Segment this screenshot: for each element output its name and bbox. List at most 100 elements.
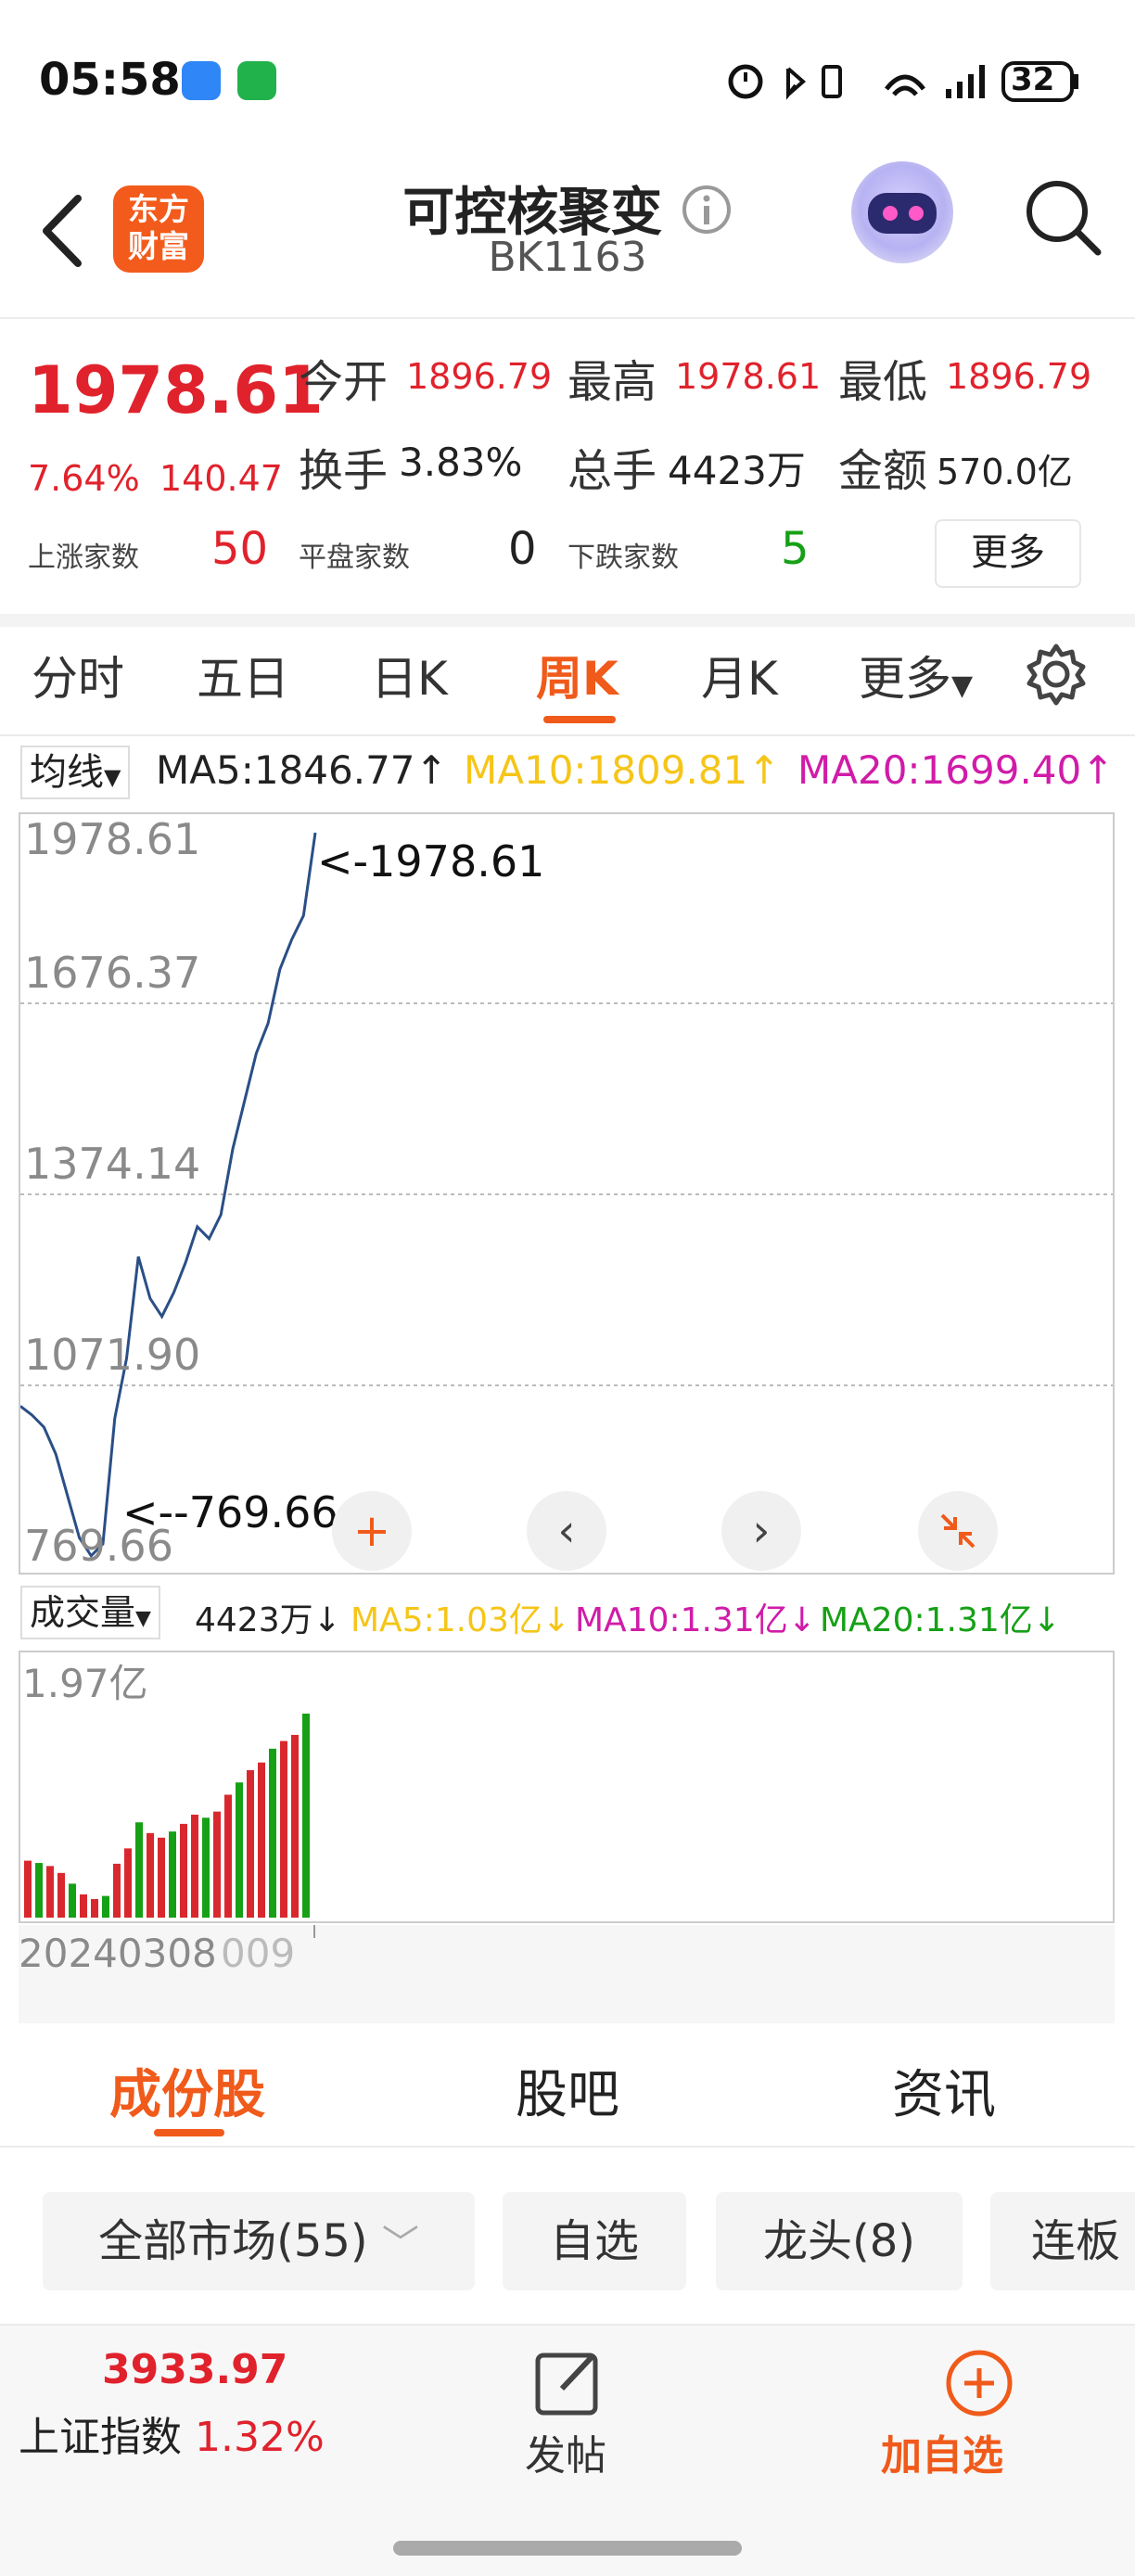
period-tabs: 分时 五日 日K 周K 月K 更多▼	[0, 614, 1135, 736]
filter-all-market[interactable]: 全部市场(55) ﹀	[43, 2192, 475, 2290]
change-percent: 7.64%	[28, 458, 140, 499]
plus-icon: +	[352, 1505, 391, 1557]
open-value: 1896.79	[406, 356, 553, 397]
header: 东方 财富 可控核聚变 BK1163	[0, 158, 1135, 319]
battery-level: 32	[1011, 61, 1055, 98]
volume-value: 4423万	[668, 448, 806, 493]
ma5-label: MA5:1846.77↑	[156, 747, 448, 793]
tab-more[interactable]: 更多▼	[859, 642, 973, 708]
plus-circle-icon	[946, 2350, 1013, 2417]
turnover-label: 换手	[299, 445, 389, 497]
flat-count: 0	[508, 523, 537, 575]
min-price-marker: <--769.66	[122, 1487, 338, 1537]
end-date: 009	[221, 1931, 296, 1976]
volume-y-label: 1.97亿	[22, 1661, 148, 1706]
add-watchlist-label[interactable]: 加自选	[881, 2422, 1003, 2481]
post-button[interactable]	[525, 2346, 610, 2424]
up-count-label: 上涨家数	[28, 542, 139, 574]
open-label: 今开	[299, 356, 389, 408]
index-value: 3933.97	[102, 2346, 288, 2393]
bottom-bar: 3933.97 上证指数 1.32% 发帖 加自选	[0, 2324, 1135, 2576]
chevron-left-icon: ‹	[557, 1505, 576, 1557]
volume-bar	[24, 1860, 32, 1918]
volume-value: 4423万↓	[195, 1601, 341, 1639]
filter-bar: 全部市场(55) ﹀ 自选 龙头(8) 连板	[0, 2148, 1135, 2324]
volume-value-text: 4423万	[195, 1601, 313, 1639]
volume-bars-plot	[24, 1714, 310, 1918]
volume-bar	[80, 1894, 87, 1918]
volume-bar	[57, 1872, 65, 1918]
tab-daily-k[interactable]: 日K	[371, 642, 448, 708]
filter-watchlist[interactable]: 自选	[503, 2192, 686, 2290]
volume-bar	[169, 1831, 176, 1918]
message-notification-icon	[182, 61, 221, 100]
ma10-label: MA10:1809.81↑	[464, 747, 781, 793]
tab-intraday[interactable]: 分时	[32, 642, 124, 708]
more-button[interactable]: 更多	[935, 519, 1081, 588]
price-chart[interactable]: 1978.61 1676.37 1374.14 1071.90 769.66 <…	[19, 812, 1115, 1575]
pan-right-button[interactable]: ›	[721, 1491, 801, 1571]
caret-down-icon: ▼	[951, 670, 974, 702]
tab-more-label: 更多	[859, 652, 951, 706]
content-tabs: 成份股 股吧 资讯	[0, 2025, 1135, 2148]
ma5-value: MA5:1846.77	[156, 747, 415, 793]
volume-bar	[302, 1714, 310, 1918]
home-indicator[interactable]	[393, 2541, 742, 2556]
tab-forum[interactable]: 股吧	[516, 2053, 619, 2128]
indicator-selector-label: 均线	[30, 751, 104, 794]
volume-bar	[102, 1895, 109, 1918]
volume-bar	[236, 1782, 243, 1918]
volume-bar	[280, 1741, 287, 1918]
collapse-chart-button[interactable]	[918, 1491, 998, 1571]
info-icon[interactable]	[681, 184, 733, 236]
tab-monthly-k[interactable]: 月K	[701, 642, 778, 708]
indicator-selector[interactable]: 均线▼	[20, 746, 131, 799]
vol-ma5-label: MA5:1.03亿↓	[351, 1601, 571, 1639]
tab-constituents[interactable]: 成份股	[109, 2053, 265, 2128]
volume-bar	[180, 1823, 187, 1918]
quote-panel: 1978.61 7.64% 140.47 今开 1896.79 最高 1978.…	[0, 317, 1135, 627]
caret-down-icon: ▼	[135, 1607, 151, 1630]
amount-value: 570.0亿	[937, 452, 1073, 492]
gear-icon[interactable]	[1024, 642, 1089, 707]
vol-ma20-label: MA20:1.31亿↓	[820, 1601, 1061, 1639]
status-bar: 05:58 32	[0, 0, 1135, 158]
down-count-label: 下跌家数	[568, 542, 679, 574]
volume-bar	[224, 1794, 232, 1918]
volume-bar	[258, 1762, 265, 1918]
volume-bar	[35, 1863, 43, 1918]
up-count: 50	[211, 523, 269, 575]
filter-all-market-label: 全部市场(55)	[98, 2215, 368, 2267]
robot-assistant-avatar[interactable]	[851, 161, 953, 263]
max-price-marker: <-1978.61	[317, 836, 545, 886]
volume-chart[interactable]: 1.97亿	[19, 1651, 1115, 1923]
vol-ma10-label: MA10:1.31亿↓	[575, 1601, 816, 1639]
filter-leaders[interactable]: 龙头(8)	[716, 2192, 963, 2290]
ma10-value: MA10:1809.81	[464, 747, 748, 793]
low-value: 1896.79	[946, 356, 1092, 397]
tab-news[interactable]: 资讯	[892, 2053, 996, 2128]
price-series-line	[20, 832, 317, 1559]
post-label[interactable]: 发帖	[525, 2422, 606, 2481]
vol-ma10-value: MA10:1.31亿	[575, 1601, 788, 1639]
vol-ma20-value: MA20:1.31亿	[820, 1601, 1033, 1639]
pan-left-button[interactable]: ‹	[527, 1491, 606, 1571]
volume-indicator-selector[interactable]: 成交量▼	[20, 1586, 160, 1639]
tab-weekly-k[interactable]: 周K	[536, 642, 619, 708]
volume-bar	[269, 1748, 276, 1918]
add-watchlist-icon-wrap[interactable]	[942, 2346, 1016, 2424]
date-axis: 20240308 009	[19, 1925, 1115, 2023]
add-drawing-button[interactable]: +	[332, 1491, 412, 1571]
caret-down-icon: ▼	[104, 764, 121, 790]
filter-consecutive-limit[interactable]: 连板	[990, 2192, 1135, 2290]
y-tick-label: 1374.14	[24, 1139, 201, 1189]
search-icon[interactable]	[1022, 176, 1105, 260]
index-ticker[interactable]: 上证指数 1.32%	[19, 2404, 325, 2463]
volume-bar	[46, 1866, 54, 1918]
y-tick-label: 1676.37	[24, 948, 201, 998]
ma-legend-row: 均线▼ MA5:1846.77↑ MA10:1809.81↑ MA20:1699…	[0, 742, 1135, 801]
volume-label: 总手	[568, 445, 657, 497]
tab-five-day[interactable]: 五日	[197, 642, 289, 708]
volume-bar	[213, 1811, 221, 1918]
price-line-plot	[20, 832, 317, 1559]
